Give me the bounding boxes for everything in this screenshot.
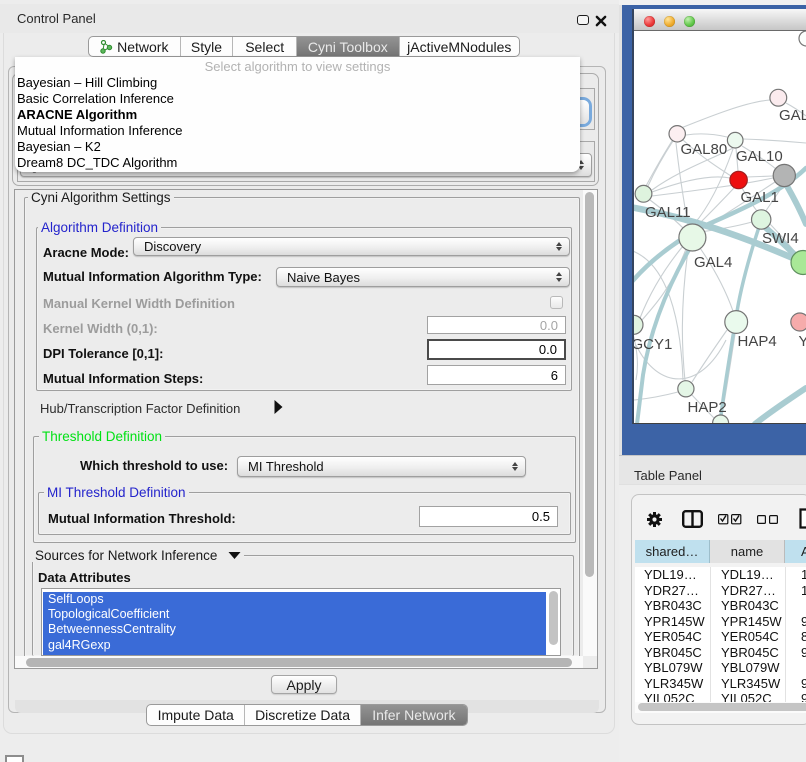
svg-text:YJ: YJ <box>799 333 806 350</box>
svg-text:GAL4: GAL4 <box>694 254 732 271</box>
svg-text:GAL11: GAL11 <box>645 204 691 221</box>
svg-text:HAP4: HAP4 <box>738 333 777 350</box>
svg-text:HAP2: HAP2 <box>688 399 727 416</box>
svg-text:GCY1: GCY1 <box>634 336 672 353</box>
svg-text:GAL10: GAL10 <box>736 148 783 165</box>
svg-text:GAL7: GAL7 <box>779 107 806 124</box>
svg-text:GAL1: GAL1 <box>741 189 779 206</box>
svg-text:GAL80: GAL80 <box>681 141 728 158</box>
svg-text:SWI4: SWI4 <box>762 230 799 247</box>
